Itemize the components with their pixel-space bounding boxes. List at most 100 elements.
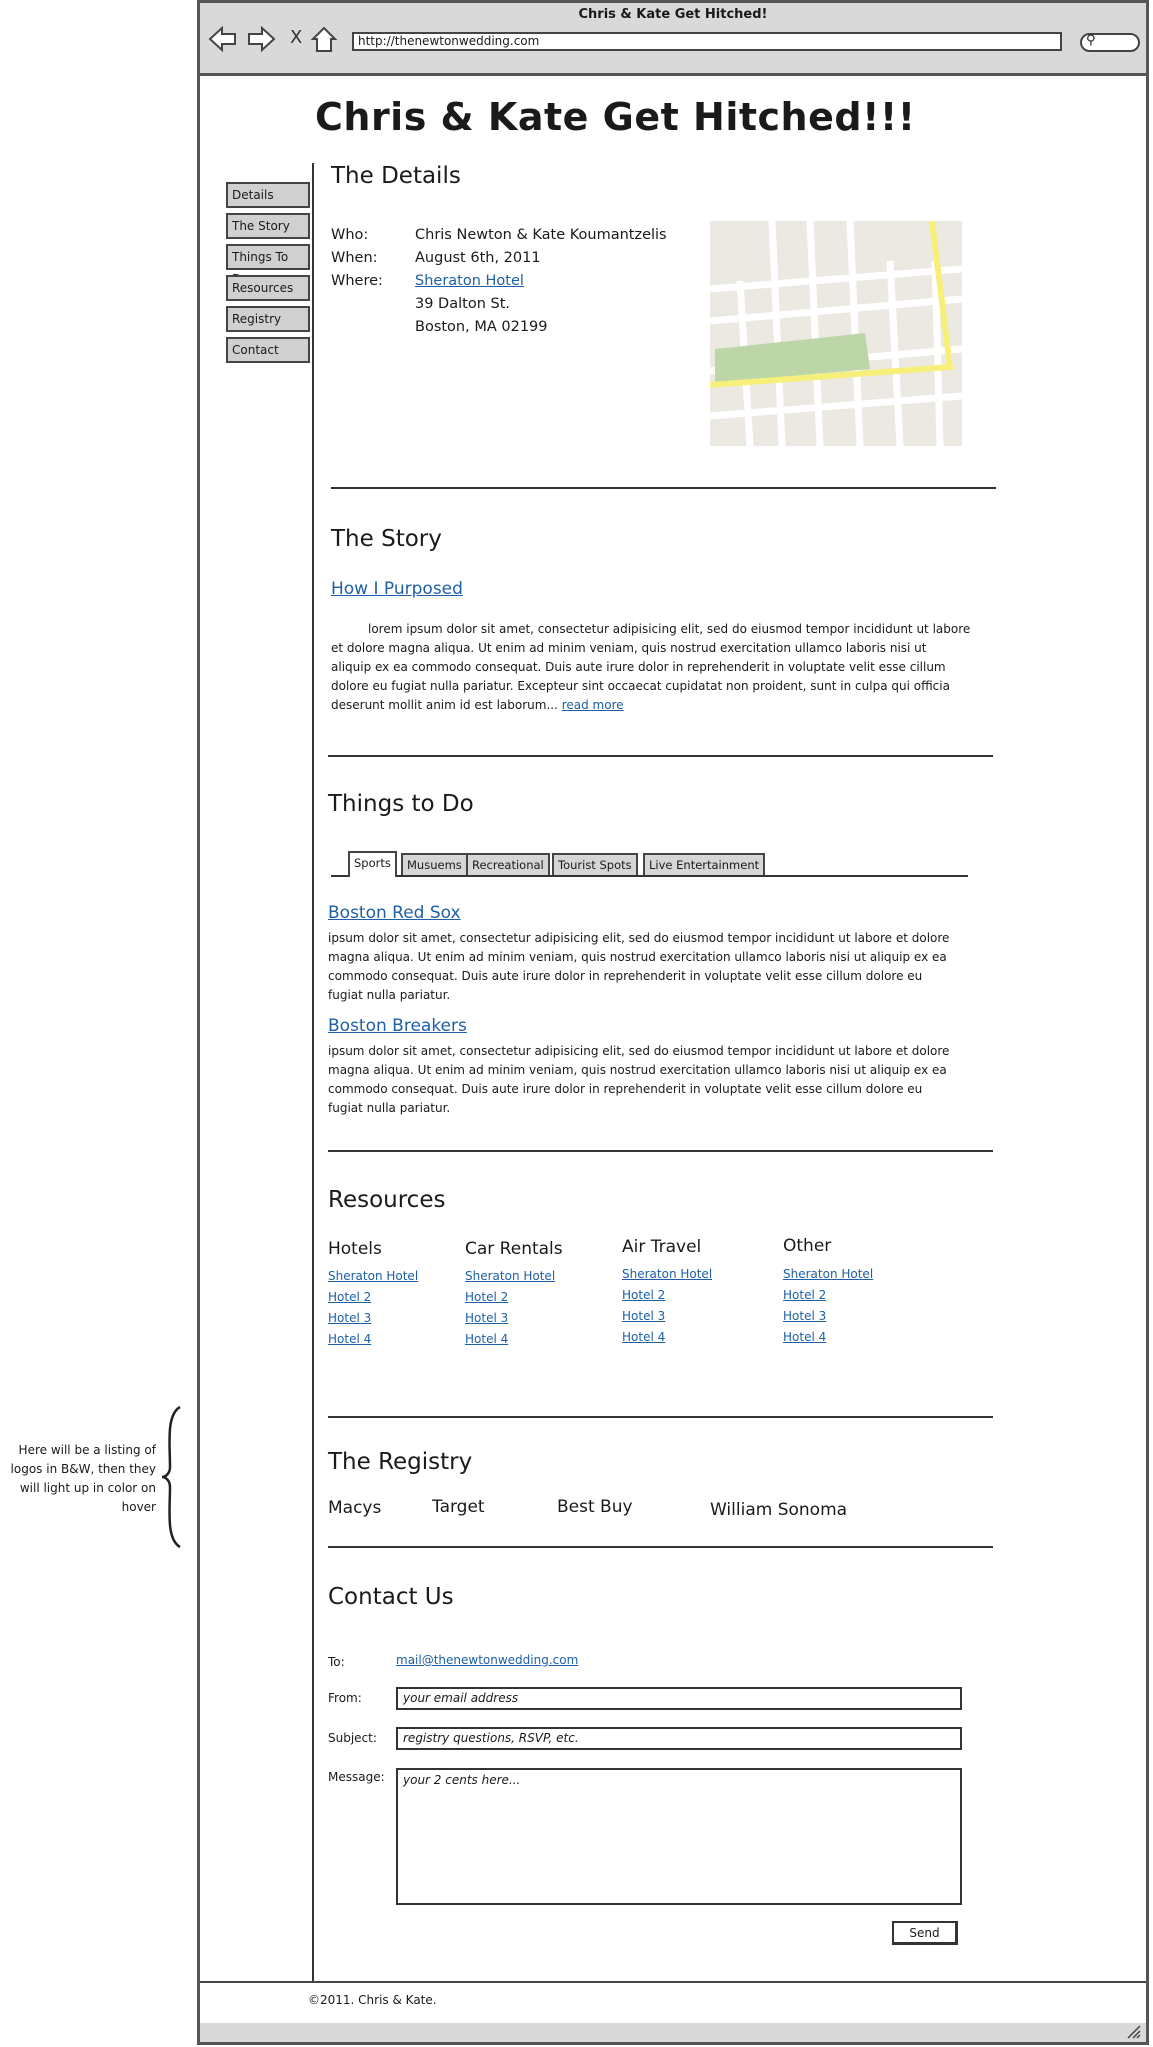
sidebar-item-registry[interactable]: Registry: [226, 306, 310, 332]
registry-brand-target[interactable]: Target: [432, 1497, 485, 1517]
address-bar[interactable]: http://thenewtonwedding.com: [352, 32, 1062, 51]
resource-column-title: Air Travel: [622, 1237, 702, 1257]
paragraph-line: ipsum dolor sit amet, consectetur adipis…: [328, 1044, 950, 1058]
paragraph-line: lorem ipsum dolor sit amet, consectetur …: [368, 622, 971, 636]
annotation-line: hover: [121, 1500, 156, 1514]
tab-recreational[interactable]: Recreational: [466, 853, 550, 875]
sidebar-item-details[interactable]: Details: [226, 182, 310, 208]
contact-heading: Contact Us: [328, 1584, 454, 1610]
sidebar-item-contact[interactable]: Contact: [226, 337, 310, 363]
section-divider: [328, 755, 993, 757]
read-more-link[interactable]: read more: [562, 698, 624, 712]
activity-link-red-sox[interactable]: Boston Red Sox: [328, 903, 461, 923]
paragraph-line: fugiat nulla pariatur.: [328, 1101, 451, 1115]
search-icon: ⚲: [1086, 33, 1096, 48]
section-divider: [331, 487, 996, 489]
resource-link[interactable]: Hotel 3: [328, 1311, 371, 1325]
registry-brand-macys[interactable]: Macys: [328, 1498, 381, 1518]
to-label: To:: [328, 1655, 345, 1669]
things-heading: Things to Do: [328, 791, 474, 817]
footer-copyright: ©2011. Chris & Kate.: [308, 1993, 437, 2007]
section-divider: [328, 1546, 993, 1548]
address-line: 39 Dalton St.: [415, 296, 510, 312]
send-button[interactable]: Send: [892, 1921, 958, 1945]
paragraph-line: dolore eu fugiat nulla pariatur. Excepte…: [331, 679, 950, 693]
registry-brand-best-buy[interactable]: Best Buy: [557, 1497, 633, 1517]
story-link[interactable]: How I Purposed: [331, 579, 463, 599]
resource-link[interactable]: Hotel 4: [328, 1332, 371, 1346]
story-heading: The Story: [331, 526, 442, 552]
activity-description: ipsum dolor sit amet, consectetur adipis…: [328, 1042, 968, 1118]
from-input[interactable]: your email address: [396, 1687, 962, 1710]
browser-search-field[interactable]: ⚲: [1080, 33, 1140, 52]
stop-button[interactable]: X: [290, 27, 302, 48]
tab-sports[interactable]: Sports: [348, 851, 397, 877]
sidebar-item-resources[interactable]: Resources: [226, 275, 310, 301]
subject-label: Subject:: [328, 1731, 377, 1745]
resource-column-title: Hotels: [328, 1239, 382, 1259]
resource-link[interactable]: Hotel 4: [622, 1330, 665, 1344]
browser-statusbar: [200, 2023, 1146, 2042]
annotation-line: will light up in color on: [19, 1481, 156, 1495]
resource-link[interactable]: Hotel 2: [465, 1290, 508, 1304]
from-label: From:: [328, 1691, 362, 1705]
resource-column-title: Car Rentals: [465, 1239, 563, 1259]
details-heading: The Details: [331, 163, 461, 189]
home-icon[interactable]: [310, 25, 338, 53]
venue-link[interactable]: Sheraton Hotel: [415, 273, 524, 289]
activity-description: ipsum dolor sit amet, consectetur adipis…: [328, 929, 968, 1005]
address-line: Boston, MA 02199: [415, 319, 548, 335]
forward-arrow-icon[interactable]: [246, 25, 276, 53]
message-textarea[interactable]: your 2 cents here...: [396, 1768, 962, 1905]
tab-tourist-spots[interactable]: Tourist Spots: [552, 853, 638, 875]
resource-link[interactable]: Hotel 2: [622, 1288, 665, 1302]
back-arrow-icon[interactable]: [208, 25, 238, 53]
venue-map[interactable]: [710, 221, 962, 446]
paragraph-line: magna aliqua. Ut enim ad minim veniam, q…: [328, 1063, 947, 1077]
sidebar-item-story[interactable]: The Story: [226, 213, 310, 239]
resources-heading: Resources: [328, 1187, 446, 1213]
registry-brand-william-sonoma[interactable]: William Sonoma: [710, 1500, 847, 1520]
who-value: Chris Newton & Kate Koumantzelis: [415, 227, 667, 243]
sidebar-item-things-to-do[interactable]: Things To Do: [226, 244, 310, 286]
resource-link[interactable]: Hotel 3: [622, 1309, 665, 1323]
resource-link[interactable]: Hotel 4: [465, 1332, 508, 1346]
resource-link[interactable]: Hotel 4: [783, 1330, 826, 1344]
resource-link[interactable]: Hotel 2: [328, 1290, 371, 1304]
resource-link[interactable]: Hotel 3: [783, 1309, 826, 1323]
where-label: Where:: [331, 273, 383, 289]
when-label: When:: [331, 250, 378, 266]
annotation-line: logos in B&W, then they: [10, 1462, 156, 1476]
window-title: Chris & Kate Get Hitched!: [578, 7, 768, 22]
tab-live-entertainment[interactable]: Live Entertainment: [643, 853, 766, 875]
who-label: Who:: [331, 227, 369, 243]
resource-link[interactable]: Sheraton Hotel: [328, 1269, 418, 1283]
page-footer: ©2011. Chris & Kate.: [200, 1981, 1146, 2029]
resize-grip-icon[interactable]: [1126, 2025, 1142, 2039]
page-title: Chris & Kate Get Hitched!!!: [315, 95, 916, 139]
section-divider: [328, 1416, 993, 1418]
paragraph-line: ipsum dolor sit amet, consectetur adipis…: [328, 931, 950, 945]
paragraph-line: et dolore magna aliqua. Ut enim ad minim…: [331, 641, 927, 655]
paragraph-line: aliquip ex ea commodo consequat. Duis au…: [331, 660, 946, 674]
browser-titlebar: Chris & Kate Get Hitched! X http://thene…: [200, 3, 1146, 76]
sidebar-divider: [312, 163, 314, 1983]
message-label: Message:: [328, 1770, 385, 1784]
paragraph-text: deserunt mollit anim id est laborum...: [331, 698, 558, 712]
activity-link-breakers[interactable]: Boston Breakers: [328, 1016, 467, 1036]
resource-link[interactable]: Sheraton Hotel: [783, 1267, 873, 1281]
annotation-brace-icon: [161, 1405, 181, 1549]
when-value: August 6th, 2011: [415, 250, 541, 266]
paragraph-line: fugiat nulla pariatur.: [328, 988, 451, 1002]
paragraph-line: commodo consequat. Duis aute irure dolor…: [328, 969, 923, 983]
tab-museums[interactable]: Musuems: [401, 853, 468, 875]
paragraph-line: magna aliqua. Ut enim ad minim veniam, q…: [328, 950, 947, 964]
resource-link[interactable]: Hotel 2: [783, 1288, 826, 1302]
contact-email-link[interactable]: mail@thenewtonwedding.com: [396, 1653, 578, 1667]
resource-link[interactable]: Sheraton Hotel: [465, 1269, 555, 1283]
resource-link[interactable]: Sheraton Hotel: [622, 1267, 712, 1281]
subject-input[interactable]: registry questions, RSVP, etc.: [396, 1727, 962, 1750]
section-divider: [328, 1150, 993, 1152]
paragraph-line: commodo consequat. Duis aute irure dolor…: [328, 1082, 923, 1096]
resource-link[interactable]: Hotel 3: [465, 1311, 508, 1325]
